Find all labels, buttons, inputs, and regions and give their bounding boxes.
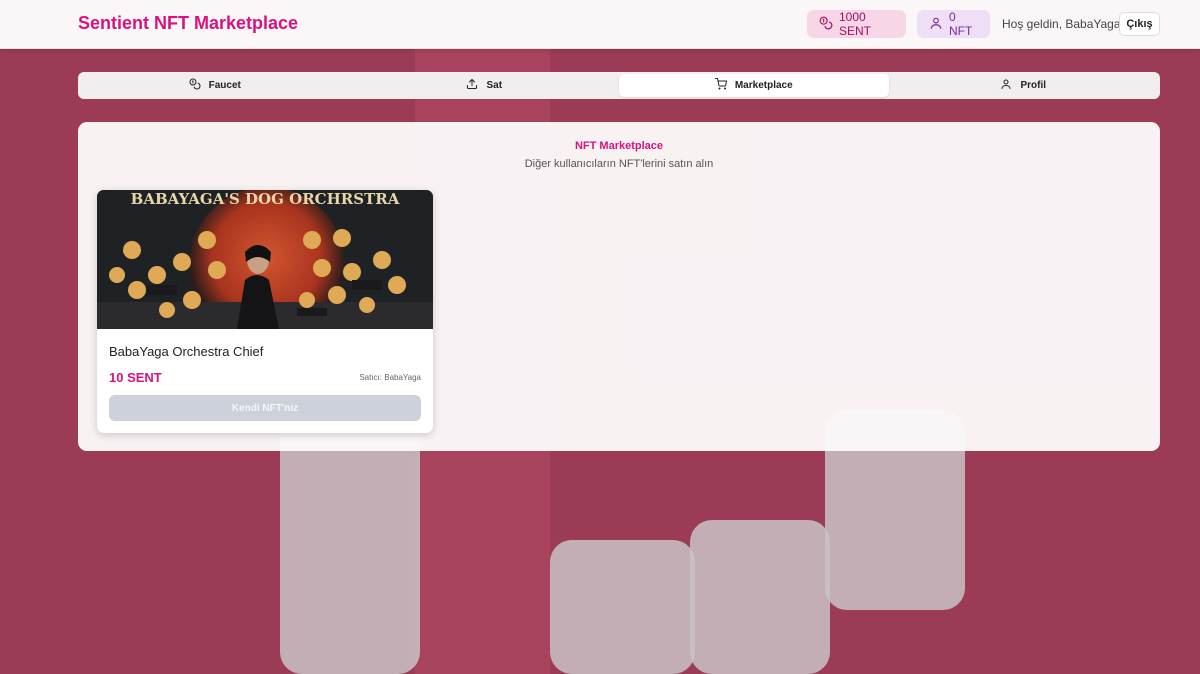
logout-button[interactable]: Çıkış [1119, 12, 1160, 36]
nft-image-caption: BABAYAGA'S DOG ORCHRSTRA [131, 190, 400, 208]
tab-label: Profil [1020, 80, 1047, 91]
tab-marketplace[interactable]: Marketplace [619, 74, 889, 97]
brand-title[interactable]: Sentient NFT Marketplace [78, 13, 298, 34]
tab-faucet[interactable]: Faucet [80, 74, 350, 97]
balance-badge: 1000 SENT [807, 10, 906, 38]
upload-icon [466, 78, 478, 93]
coins-icon [819, 16, 833, 33]
welcome-text: Hoş geldin, BabaYaga! [1002, 17, 1124, 31]
top-bar: Sentient NFT Marketplace 1000 SENT 0 NFT… [0, 0, 1200, 49]
tab-profil[interactable]: Profil [889, 74, 1159, 97]
nft-image[interactable]: BABAYAGA'S DOG ORCHRSTRA [97, 190, 433, 343]
coins-icon [189, 78, 201, 93]
tab-label: Marketplace [734, 80, 793, 91]
tab-label: Sat [486, 80, 503, 91]
background-logo-block [550, 540, 695, 674]
tab-label: Faucet [208, 80, 241, 91]
nft-price: 10 SENT [109, 370, 162, 385]
background-logo-block [690, 520, 830, 674]
balance-label: 1000 SENT [839, 10, 872, 38]
nft-card[interactable]: BABAYAGA'S DOG ORCHRSTRA BabaYaga Orches… [97, 190, 433, 433]
panel-subtitle: Diğer kullanıcıların NFT'lerini satın al… [524, 158, 714, 170]
tab-bar: Faucet Sat Marketplace Profil [78, 72, 1160, 99]
nft-count-label: 0 NFT [949, 10, 973, 38]
user-icon [1000, 78, 1012, 93]
nft-seller: Satıcı: BabaYaga [359, 373, 421, 382]
user-icon [929, 16, 943, 33]
marketplace-panel: NFT Marketplace Diğer kullanıcıların NFT… [78, 122, 1160, 451]
own-nft-button[interactable]: Kendi NFT'niz [109, 395, 421, 421]
tab-sat[interactable]: Sat [350, 74, 620, 97]
panel-title: NFT Marketplace [574, 140, 664, 152]
cart-icon [714, 78, 727, 93]
nft-name: BabaYaga Orchestra Chief [109, 344, 264, 359]
nft-count-badge: 0 NFT [917, 10, 990, 38]
